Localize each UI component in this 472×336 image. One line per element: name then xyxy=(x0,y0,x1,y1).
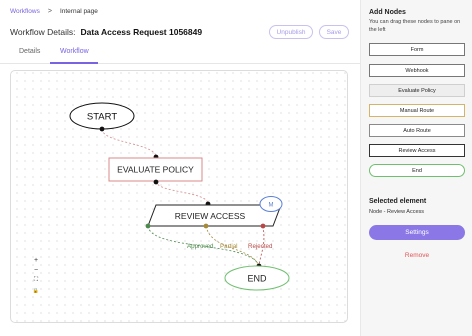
tab-workflow[interactable]: Workflow xyxy=(60,48,89,55)
breadcrumb-workflows-link[interactable]: Workflows xyxy=(10,8,40,15)
handle-approved[interactable] xyxy=(145,223,151,229)
unpublish-button[interactable]: Unpublish xyxy=(269,25,313,39)
page-title-label: Workflow Details: xyxy=(10,27,76,37)
breadcrumb-current: Internal page xyxy=(59,8,98,15)
edge-label-rejected: Rejected xyxy=(248,243,273,250)
save-button[interactable]: Save xyxy=(319,25,349,39)
selected-element-value: Node - Review Access xyxy=(369,209,425,215)
node-type-evaluate-policy[interactable]: Evaluate Policy xyxy=(369,84,465,97)
main-panel: Workflows > Internal page Workflow Detai… xyxy=(0,0,360,336)
active-tab-indicator xyxy=(50,62,98,64)
workflow-graph: START EVALUATE POLICY REVIEW ACCESS M Ap… xyxy=(69,102,290,291)
tab-details[interactable]: Details xyxy=(19,48,40,55)
selected-element-title: Selected element xyxy=(369,198,427,205)
node-type-review-access[interactable]: Review Access xyxy=(369,144,465,157)
page-title: Workflow Details: Data Access Request 10… xyxy=(10,27,202,37)
zoom-out-button[interactable]: − xyxy=(31,266,41,275)
node-type-auto-route[interactable]: Auto Route xyxy=(369,124,465,137)
lock-icon[interactable]: 🔒 xyxy=(31,286,41,295)
edge-evaluate-review xyxy=(155,180,209,205)
node-type-form[interactable]: Form xyxy=(369,43,465,56)
page-title-value: Data Access Request 1056849 xyxy=(80,27,203,37)
edge-label-approved: Approved xyxy=(187,243,214,250)
zoom-in-button[interactable]: + xyxy=(31,256,41,265)
handle-partial[interactable] xyxy=(203,223,209,229)
add-nodes-sidebar: Add Nodes You can drag these nodes to pa… xyxy=(360,0,472,336)
node-review-badge-label: M xyxy=(269,203,274,209)
breadcrumb: Workflows > Internal page xyxy=(10,8,98,15)
edge-label-partial: Partial xyxy=(220,243,238,250)
edge-start-evaluate xyxy=(101,128,157,158)
breadcrumb-separator-icon: > xyxy=(47,8,52,15)
node-start-label: START xyxy=(87,112,117,123)
remove-button[interactable]: Remove xyxy=(369,252,465,259)
node-type-end[interactable]: End xyxy=(369,164,465,177)
add-nodes-hint: You can drag these nodes to pane on the … xyxy=(369,19,461,33)
fit-view-icon[interactable]: ⛶ xyxy=(31,276,41,285)
node-type-manual-route[interactable]: Manual Route xyxy=(369,104,465,117)
add-nodes-title: Add Nodes xyxy=(369,9,406,16)
tab-bar: Details Workflow xyxy=(0,44,360,64)
handle-rejected[interactable] xyxy=(260,223,266,229)
workflow-canvas[interactable]: START EVALUATE POLICY REVIEW ACCESS M Ap… xyxy=(10,70,348,323)
node-review-label: REVIEW ACCESS xyxy=(175,211,246,221)
node-evaluate-label: EVALUATE POLICY xyxy=(117,165,194,175)
node-evaluate-output-handle[interactable] xyxy=(153,179,159,185)
node-type-webhook[interactable]: Webhook xyxy=(369,64,465,77)
settings-button[interactable]: Settings xyxy=(369,225,465,240)
node-end-label: END xyxy=(247,274,267,284)
node-start-handle[interactable] xyxy=(99,126,105,132)
